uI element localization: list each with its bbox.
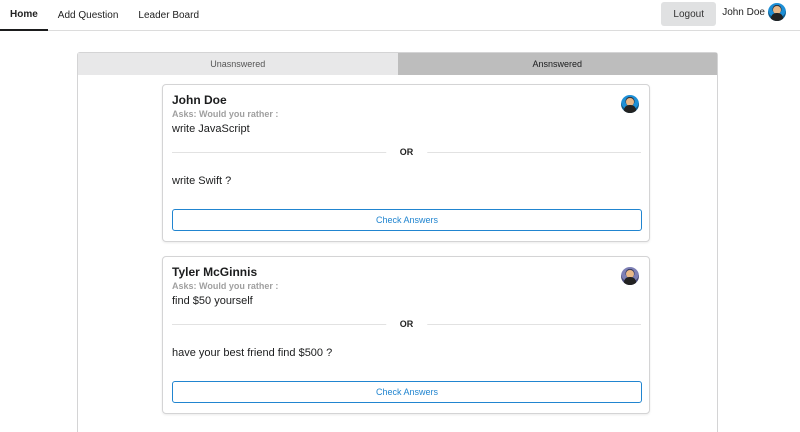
top-nav: Home Add Question Leader Board Logout Jo… bbox=[0, 0, 800, 31]
avatar-body bbox=[771, 13, 783, 21]
question-asks: Asks: Would you rather : bbox=[172, 281, 279, 291]
logout-button[interactable]: Logout bbox=[661, 2, 717, 26]
nav-user-area: Logout John Doe bbox=[661, 0, 800, 30]
current-user-name: John Doe bbox=[722, 7, 765, 18]
question-author: Tyler McGinnis bbox=[172, 265, 258, 279]
tab-answered[interactable]: Ansnswered bbox=[397, 53, 717, 75]
question-card: John Doe Asks: Would you rather : write … bbox=[162, 84, 650, 242]
or-label: OR bbox=[385, 147, 428, 157]
check-answers-button[interactable]: Check Answers bbox=[172, 209, 642, 231]
author-avatar bbox=[621, 267, 639, 285]
question-asks: Asks: Would you rather : bbox=[172, 109, 279, 119]
question-tabs: Unasnswered Ansnswered bbox=[78, 53, 717, 75]
author-avatar bbox=[621, 95, 639, 113]
check-answers-button[interactable]: Check Answers bbox=[172, 381, 642, 403]
user-avatar bbox=[768, 3, 786, 21]
nav-item-add-question[interactable]: Add Question bbox=[48, 0, 129, 30]
option-two: have your best friend find $500 ? bbox=[172, 347, 333, 359]
or-divider: OR bbox=[172, 319, 641, 329]
or-divider: OR bbox=[172, 147, 641, 157]
nav-item-home[interactable]: Home bbox=[0, 0, 48, 31]
option-two: write Swift ? bbox=[172, 175, 232, 187]
option-one: write JavaScript bbox=[172, 123, 250, 135]
nav-item-leader-board[interactable]: Leader Board bbox=[128, 0, 209, 30]
option-one: find $50 yourself bbox=[172, 295, 253, 307]
questions-panel: Unasnswered Ansnswered John Doe Asks: Wo… bbox=[77, 52, 718, 432]
avatar-body bbox=[624, 277, 636, 285]
or-label: OR bbox=[385, 319, 428, 329]
question-author: John Doe bbox=[172, 93, 227, 107]
question-card: Tyler McGinnis Asks: Would you rather : … bbox=[162, 256, 650, 414]
avatar-body bbox=[624, 105, 636, 113]
tab-unanswered[interactable]: Unasnswered bbox=[78, 53, 398, 75]
